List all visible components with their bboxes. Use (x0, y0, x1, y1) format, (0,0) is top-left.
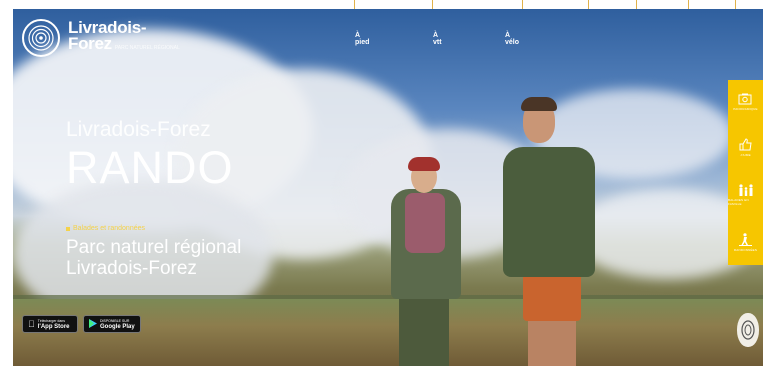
logo-rings-icon (22, 19, 60, 57)
decoration-line (636, 0, 637, 9)
google-play-button[interactable]: DISPONIBLE SUR Google Play (83, 315, 141, 333)
hero-title: RANDO (66, 142, 234, 193)
park-name: Parc naturel régional Livradois-Forez (66, 237, 241, 279)
park-name-line2: Livradois-Forez (66, 258, 197, 279)
rail-item-like[interactable]: J'AIME (739, 138, 752, 157)
hero-subtitle: Livradois-Forez (66, 118, 211, 141)
park-emblem-icon (737, 313, 759, 347)
rail-label: J'AIME (740, 153, 751, 158)
nav-a-velo[interactable]: À vélo (505, 32, 519, 46)
thumbs-up-icon (739, 138, 752, 151)
decoration-line (522, 0, 523, 9)
nav-a-pied[interactable]: À pied (355, 32, 369, 46)
apple-icon:  (28, 319, 35, 329)
family-icon (738, 184, 753, 196)
logo-wordmark: Livradois- Forez PARC NATUREL RÉGIONAL (68, 19, 180, 56)
hiker-icon (738, 232, 752, 246)
nav-a-vtt[interactable]: À vtt (433, 32, 442, 46)
rail-item-panorama[interactable]: PANORAMIQUE (733, 93, 758, 112)
google-play-icon (89, 318, 97, 330)
decoration-line (588, 0, 589, 9)
site-logo[interactable]: Livradois- Forez PARC NATUREL RÉGIONAL (22, 19, 180, 57)
app-store-button[interactable]:  Télécharger dans l'App Store (22, 315, 78, 333)
app-store-big: l'App Store (31, 324, 70, 330)
store-badges:  Télécharger dans l'App Store DISPONIBL… (22, 315, 141, 333)
rail-label: BALADES EN FAMILLE (728, 197, 749, 206)
rail-label: RANDONNÉES (733, 247, 758, 252)
tagline-dot-icon (66, 226, 70, 231)
tagline: Balades et randonnées (66, 225, 145, 232)
logo-line2: Forez (68, 34, 112, 53)
decoration-line (432, 0, 433, 9)
quick-access-rail: PANORAMIQUE J'AIME BALADES EN FAMILLE RA… (728, 80, 763, 265)
rail-label: PANORAMIQUE (733, 107, 758, 112)
panorama-icon (738, 93, 752, 105)
tagline-text: Balades et randonnées (73, 225, 145, 232)
rail-item-hikes[interactable]: RANDONNÉES (733, 232, 758, 252)
decoration-line (354, 0, 355, 9)
park-name-line1: Parc naturel régional (66, 237, 242, 258)
logo-subtitle: PARC NATUREL RÉGIONAL (114, 45, 180, 51)
decoration-line (735, 0, 736, 9)
decoration-line (688, 0, 689, 9)
google-play-big: Google Play (100, 324, 135, 330)
rail-item-family[interactable]: BALADES EN FAMILLE (728, 184, 763, 206)
